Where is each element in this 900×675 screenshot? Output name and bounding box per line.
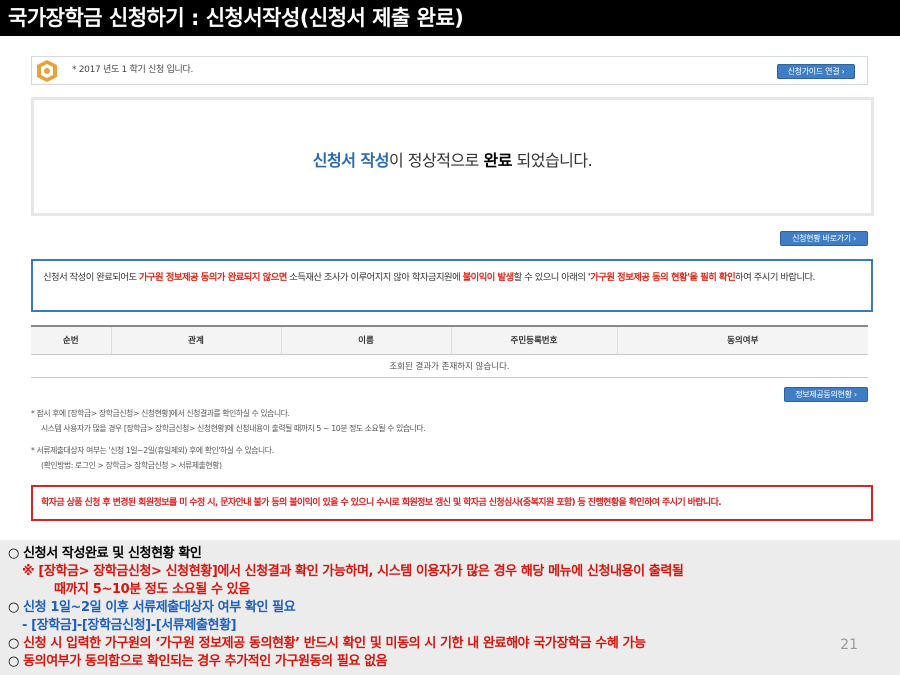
bullet-icon: ○	[8, 600, 19, 615]
completion-part2: 이 정상적으로	[388, 151, 484, 170]
guide-line-4: (확인방법: 로그인 > 장학금> 장학금신청 > 서류제출현황)	[41, 461, 222, 470]
col-relation: 관계	[110, 325, 281, 355]
bullet-icon: ○	[8, 636, 19, 651]
table-row: 조회된 결과가 존재하지 않습니다.	[31, 354, 868, 378]
application-guide-button[interactable]: 신청가이드 연결 ›	[777, 64, 855, 79]
guide-line-3: * 서류제출대상자 여부는 '신청 1일~2일(휴일제외) 후에 확인'하실 수…	[31, 446, 274, 455]
table-header-row: 순번 관계 이름 주민등록번호 동의여부	[31, 325, 868, 355]
warning-red-3: '가구원 정보제공 동의 현황'을 필히 확인	[587, 272, 736, 283]
semester-notice-bar: * 2017 년도 1 학기 신청 입니다. 신청가이드 연결 ›	[31, 56, 868, 85]
shield-badge-icon	[37, 60, 57, 82]
guide-notes: * 잠시 후에 [장학금> 장학금신청> 신청현황]에서 신청결과를 확인하실 …	[31, 406, 631, 473]
application-screen: * 2017 년도 1 학기 신청 입니다. 신청가이드 연결 › 신청서 작성…	[0, 36, 900, 540]
col-resident-number: 주민등록번호	[450, 325, 617, 355]
semester-notice-text: * 2017 년도 1 학기 신청 입니다.	[72, 65, 194, 75]
bullet-icon: ○	[8, 654, 19, 669]
note-3: 때까지 5~10분 정도 소요될 수 있음	[54, 582, 250, 597]
col-consent-status: 동의여부	[616, 325, 868, 355]
bullet-icon: ○	[8, 546, 19, 561]
completion-part1: 신청서 작성	[312, 151, 390, 170]
warning-red-1: 가구원 정보제공 동의가 완료되지 않으면	[138, 272, 287, 283]
guide-line-1: * 잠시 후에 [장학금> 장학금신청> 신청현황]에서 신청결과를 확인하실 …	[31, 409, 290, 418]
note-1-text: 신청서 작성완료 및 신청현황 확인	[23, 546, 202, 561]
col-name: 이름	[280, 325, 451, 355]
completion-box: 신청서 작성이 정상적으로 완료 되었습니다.	[31, 97, 874, 216]
application-status-button[interactable]: 신청현황 바로가기 ›	[780, 231, 868, 246]
warning-text-3: 할 수 있으니 아래의	[513, 272, 588, 283]
guide-line-2: 시스템 사용자가 많을 경우 [장학금> 장학금신청> 신청현황]에 신청내용이…	[41, 424, 426, 433]
note-5: - [장학금]-[장학금신청]-[서류제출현황]	[22, 618, 237, 633]
slide-notes: ○ 신청서 작성완료 및 신청현황 확인 ※ [장학금> 장학금신청> 신청현황…	[0, 540, 900, 675]
member-info-alert: 학자금 상품 신청 후 변경된 회원정보를 미 수정 시, 문자안내 불가 등의…	[31, 485, 873, 521]
empty-result-message: 조회된 결과가 존재하지 않습니다.	[31, 354, 868, 378]
note-6: ○ 신청 시 입력한 가구원의 ‘가구원 정보제공 동의현황’ 반드시 확인 및…	[8, 635, 900, 653]
family-consent-table: 순번 관계 이름 주민등록번호 동의여부 조회된 결과가 존재하지 않습니다.	[31, 325, 868, 378]
note-7-text: 동의여부가 동의함으로 확인되는 경우 추가적인 가구원동의 필요 없음	[23, 654, 388, 669]
completion-part3: 완료	[483, 151, 512, 170]
note-4: ○ 신청 1일~2일 이후 서류제출대상자 여부 확인 필요	[8, 599, 900, 617]
warning-red-2: 불이익이 발생	[462, 272, 515, 283]
note-4-text: 신청 1일~2일 이후 서류제출대상자 여부 확인 필요	[23, 600, 296, 615]
completion-message: 신청서 작성이 정상적으로 완료 되었습니다.	[34, 147, 871, 171]
warning-text-2: 소득재산 조사가 이루어지지 않아 학자금지원에	[286, 272, 463, 283]
slide-title: 국가장학금 신청하기 : 신청서작성(신청서 제출 완료)	[0, 0, 900, 36]
warning-text-4: 하여 주시기 바랍니다.	[735, 272, 816, 283]
warning-text-1: 신청서 작성이 완료되어도	[43, 272, 139, 283]
consent-status-button[interactable]: 정보제공동의현황 ›	[784, 387, 868, 402]
note-6-text: 신청 시 입력한 가구원의 ‘가구원 정보제공 동의현황’ 반드시 확인 및 미…	[23, 636, 646, 651]
note-7: ○ 동의여부가 동의함으로 확인되는 경우 추가적인 가구원동의 필요 없음	[8, 653, 900, 671]
note-2: ※ [장학금> 장학금신청> 신청현황]에서 신청결과 확인 가능하며, 시스템…	[22, 564, 684, 579]
col-seq: 순번	[31, 325, 111, 355]
consent-warning-box: 신청서 작성이 완료되어도 가구원 정보제공 동의가 완료되지 않으면 소득재산…	[31, 259, 873, 312]
note-1: ○ 신청서 작성완료 및 신청현황 확인	[8, 545, 900, 563]
slide: 국가장학금 신청하기 : 신청서작성(신청서 제출 완료) * 2017 년도 …	[0, 0, 900, 675]
completion-part4: 되었습니다.	[511, 151, 593, 170]
page-number: 21	[840, 637, 858, 653]
